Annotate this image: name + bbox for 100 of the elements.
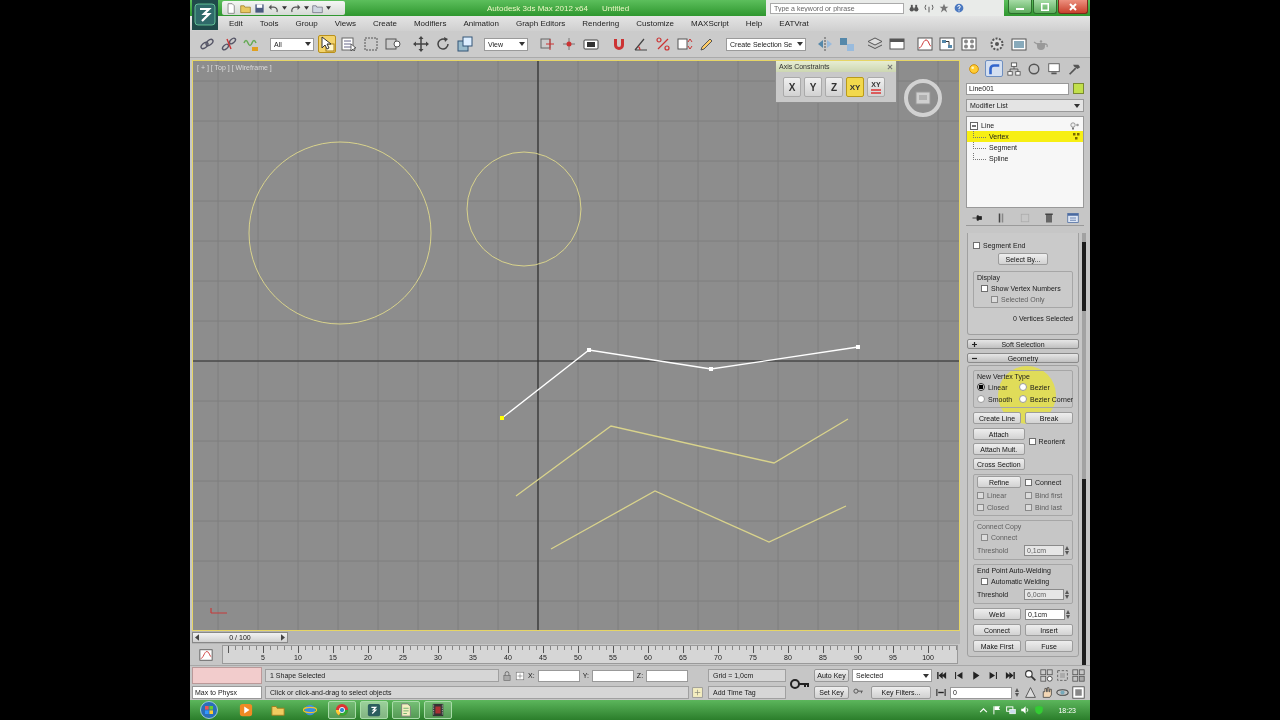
cursor-icon[interactable] [318, 35, 336, 53]
menu-item[interactable]: Views [334, 19, 356, 28]
menu-item[interactable]: EATVrat [779, 19, 809, 28]
scrollbar[interactable] [1082, 233, 1086, 665]
coordinate-field[interactable] [646, 669, 689, 682]
menu-item[interactable]: Help [745, 19, 763, 28]
menu-item[interactable]: Group [295, 19, 318, 28]
arrow-left-icon[interactable] [195, 634, 199, 641]
rotate-icon[interactable] [434, 35, 452, 53]
zoom-icon[interactable] [1024, 669, 1037, 682]
checkbox[interactable] [973, 241, 980, 249]
app-tile-icon[interactable] [360, 701, 388, 719]
undo-icon[interactable] [268, 2, 279, 14]
redo-icon[interactable] [290, 2, 301, 14]
menu-item[interactable]: Modifiers [413, 19, 447, 28]
window-list-icon[interactable] [1066, 211, 1080, 224]
spinner-snap-icon[interactable] [676, 35, 694, 53]
bulb-icon[interactable] [1070, 121, 1080, 130]
move-icon[interactable] [412, 35, 430, 53]
list-icon[interactable] [340, 35, 358, 53]
menu-item[interactable]: MAXScript [691, 19, 729, 28]
help-icon[interactable] [954, 3, 964, 13]
bend-icon[interactable] [985, 60, 1003, 77]
speaker-icon[interactable] [1020, 705, 1031, 715]
radio-button[interactable] [977, 383, 985, 391]
script-input-field[interactable] [192, 667, 262, 684]
close-icon[interactable] [887, 63, 893, 70]
app-logo-icon[interactable] [192, 0, 218, 30]
coordinate-field[interactable] [591, 669, 634, 682]
spinner-arrows-icon[interactable] [1065, 590, 1069, 599]
skip-start-icon[interactable] [935, 670, 949, 681]
lock-icon[interactable] [502, 670, 512, 681]
zoom-extents-icon[interactable] [1056, 669, 1069, 682]
plus-tag-icon[interactable] [692, 687, 703, 698]
window-icon[interactable] [888, 35, 907, 53]
axis-button[interactable]: X [783, 77, 801, 97]
monitor-icon[interactable] [1045, 60, 1063, 77]
curve-editor-icon[interactable] [916, 35, 935, 53]
scale-icon[interactable] [456, 35, 474, 53]
hand-icon[interactable] [1040, 686, 1053, 699]
caret-icon[interactable] [304, 6, 309, 10]
menu-item[interactable]: Graph Editors [515, 19, 566, 28]
menu-item[interactable]: Edit [229, 19, 243, 28]
viewcube-icon[interactable] [903, 78, 943, 118]
radio-button[interactable] [977, 395, 985, 403]
maximize-button[interactable] [1033, 0, 1057, 14]
checkbox[interactable] [1028, 438, 1036, 445]
menu-item[interactable]: Animation [463, 19, 499, 28]
network-icon[interactable] [1006, 705, 1017, 715]
pivot-icon[interactable] [538, 35, 556, 53]
percent-snap-icon[interactable] [654, 35, 672, 53]
axis-button[interactable]: XY [846, 77, 864, 97]
align-icon[interactable] [838, 35, 857, 53]
material-grid-icon[interactable] [960, 35, 979, 53]
plus-box-icon[interactable] [515, 670, 525, 681]
orbit-icon[interactable] [1056, 686, 1069, 699]
menu-item[interactable]: Tools [259, 19, 279, 28]
curve-editor-icon[interactable] [199, 647, 213, 662]
frame-window-icon[interactable] [1010, 35, 1029, 53]
wheel-icon[interactable] [328, 701, 356, 719]
schematic-icon[interactable] [938, 35, 957, 53]
flag-icon[interactable] [992, 705, 1003, 715]
caret-icon[interactable] [282, 6, 287, 10]
star-icon[interactable] [939, 3, 949, 13]
menu-item[interactable]: Rendering [582, 19, 620, 28]
menu-item[interactable]: Customize [636, 19, 675, 28]
start-orb-icon[interactable] [200, 701, 218, 719]
trash-icon[interactable] [1042, 211, 1056, 224]
close-button[interactable] [1058, 0, 1088, 14]
spinner-arrows-icon[interactable] [1015, 688, 1019, 697]
radio-button[interactable] [1019, 395, 1027, 403]
arrow-right-icon[interactable] [281, 634, 285, 641]
broken-link-icon[interactable] [220, 35, 238, 53]
zoom-all-icon[interactable] [1040, 669, 1053, 682]
radio-button[interactable] [1019, 383, 1027, 391]
chevron-up-icon[interactable] [979, 705, 989, 715]
checkbox[interactable] [981, 577, 988, 585]
film-icon[interactable] [424, 701, 452, 719]
window-crossing-icon[interactable] [384, 35, 402, 53]
triangle-icon[interactable] [1024, 686, 1037, 699]
axis-button[interactable]: Y [804, 77, 822, 97]
antenna-icon[interactable] [924, 3, 934, 13]
spinner-arrows-icon[interactable] [1066, 609, 1070, 619]
zoom-extents-all-icon[interactable] [1072, 669, 1085, 682]
new-file-icon[interactable] [226, 2, 237, 14]
color-swatch-icon[interactable] [1073, 83, 1084, 94]
skip-end-icon[interactable] [1003, 670, 1017, 681]
minimize-button[interactable] [1008, 0, 1032, 14]
bracket-line-icon[interactable] [935, 687, 947, 698]
checkbox[interactable] [1025, 478, 1032, 486]
axis-button[interactable]: Z [825, 77, 843, 97]
caret-icon[interactable] [326, 6, 331, 10]
menu-item[interactable]: Create [372, 19, 397, 28]
maximize-viewport-icon[interactable] [1072, 686, 1085, 699]
collapse-icon[interactable] [970, 121, 978, 130]
binoculars-icon[interactable] [909, 3, 919, 13]
save-icon[interactable] [254, 2, 265, 14]
checkbox[interactable] [981, 284, 988, 292]
hierarchy-icon[interactable] [1005, 60, 1023, 77]
coordinate-field[interactable] [537, 669, 580, 682]
